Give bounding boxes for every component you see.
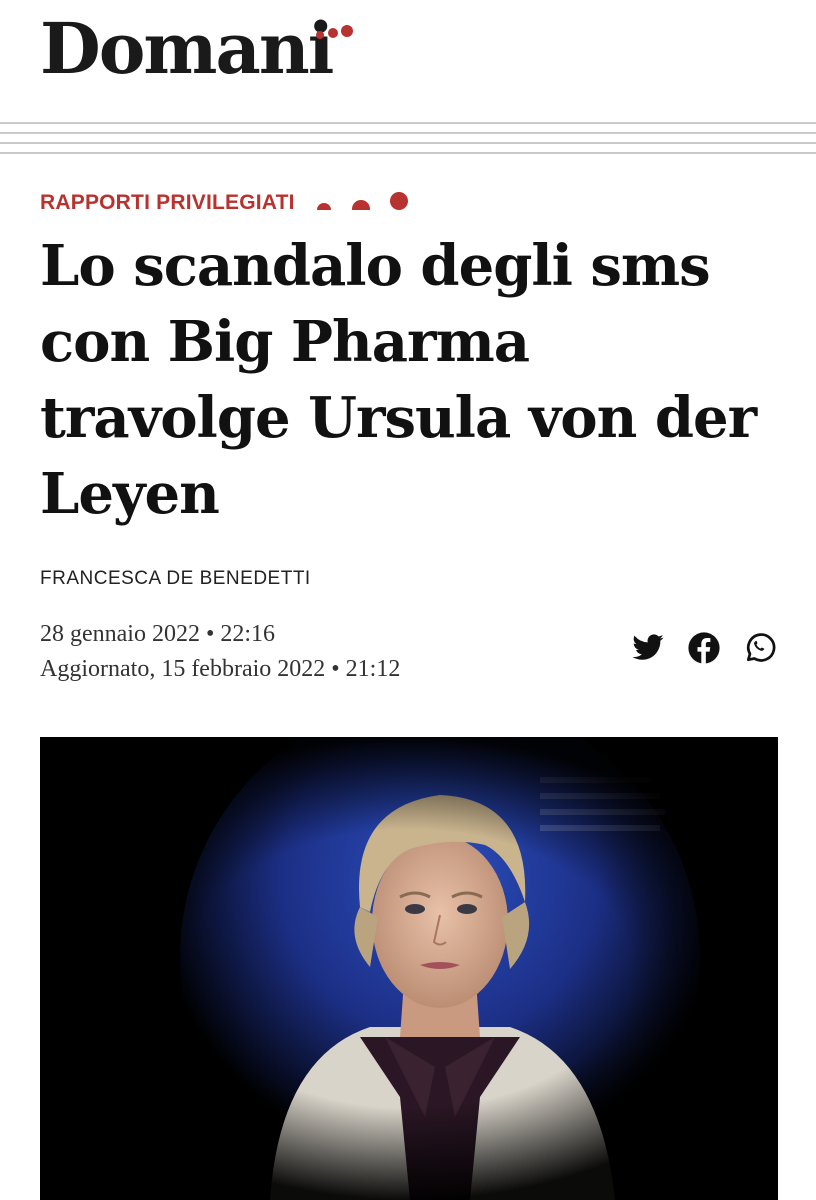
kicker-dots-icon <box>316 192 408 210</box>
article-kicker[interactable]: RAPPORTI PRIVILEGIATI <box>40 191 295 215</box>
facebook-icon <box>688 632 720 664</box>
whatsapp-icon <box>746 633 776 662</box>
site-logo[interactable]: Domani <box>40 14 334 84</box>
site-header: Domani <box>0 0 816 160</box>
article-headline: Lo scandalo degli sms con Big Pharma tra… <box>40 233 757 527</box>
updated-date: Aggiornato, 15 febbraio 2022 • 21:12 <box>40 656 401 682</box>
article-kicker-row: RAPPORTI PRIVILEGIATI <box>40 186 415 220</box>
article-dates: 28 gennaio 2022 • 22:16 Aggiornato, 15 f… <box>40 617 400 687</box>
logo-dots-icon <box>316 25 353 39</box>
share-bar <box>630 630 778 666</box>
article-author[interactable]: FRANCESCA DE BENEDETTI <box>40 568 311 590</box>
twitter-icon <box>632 634 664 660</box>
header-divider <box>0 120 816 156</box>
share-facebook-button[interactable] <box>686 630 722 666</box>
portrait-illustration <box>40 737 778 1200</box>
share-twitter-button[interactable] <box>630 630 666 666</box>
publish-date: 28 gennaio 2022 • 22:16 <box>40 621 276 647</box>
share-whatsapp-button[interactable] <box>742 630 778 666</box>
article-hero-image[interactable] <box>40 737 778 1200</box>
